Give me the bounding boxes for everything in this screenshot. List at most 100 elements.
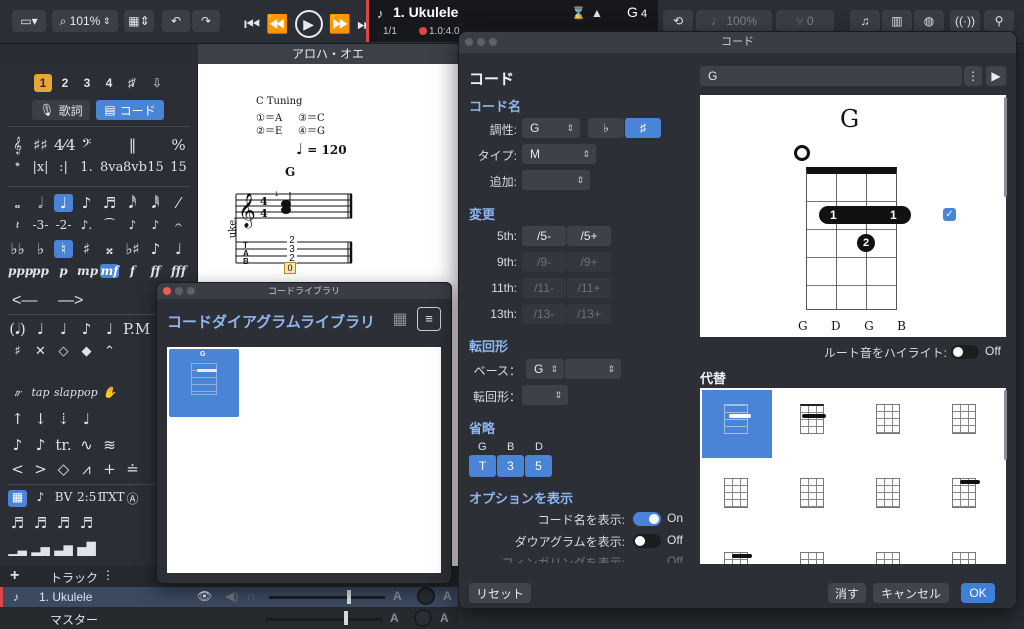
omit-tonic-button[interactable]: T (469, 455, 496, 477)
track-row-ukulele[interactable]: ♪ 1. Ukulele 👁 ◀) ∩ A A (0, 587, 458, 607)
pickstroke-icon[interactable]: ⇣ (54, 410, 73, 428)
staccato-icon[interactable]: ♩ (31, 320, 50, 338)
loop-button[interactable]: ⟲ (663, 10, 693, 32)
64th-note-icon[interactable]: 𝅘𝅥𝅱 (146, 194, 165, 212)
more-options-icon[interactable]: ⋮ (964, 66, 982, 86)
alternatives-scrollbar[interactable] (1004, 390, 1007, 460)
note-down-icon[interactable]: ♪ (146, 240, 165, 258)
pp-icon[interactable]: pp (31, 264, 50, 278)
slide-icon[interactable]: ♪ (31, 436, 50, 454)
alternative-diagram[interactable] (854, 464, 924, 532)
mf-icon[interactable]: mf (100, 264, 119, 278)
volume2-icon[interactable]: ▂▅ (31, 542, 50, 556)
master-volume-slider[interactable] (266, 618, 382, 621)
crescendo-icon[interactable]: <— (12, 292, 37, 310)
view-mode-button[interactable]: ▭▾ (12, 10, 46, 32)
alter-5-plus[interactable]: /5+ (567, 226, 611, 246)
vibrato-icon[interactable]: ∿ (77, 436, 96, 454)
diamond-icon[interactable]: ◇ (54, 460, 73, 478)
tremolo-icon[interactable]: tr. (54, 436, 73, 454)
f-icon[interactable]: f (123, 264, 142, 278)
diagram-grid-icon[interactable]: ▦ (8, 490, 27, 507)
double-sharp-icon[interactable]: 𝄪 (100, 240, 119, 258)
forward-icon[interactable]: ⏩ (329, 14, 351, 35)
omit-third-button[interactable]: 3 (497, 455, 524, 477)
fermata-icon[interactable]: 𝄐 (169, 218, 188, 233)
alternative-diagram[interactable] (778, 538, 848, 564)
slap-icon[interactable]: slap (54, 386, 77, 400)
tempo-field[interactable]: ♩ 100% (696, 10, 772, 32)
free-text-icon[interactable]: ♯̸ (122, 74, 140, 92)
alternative-diagram[interactable] (702, 538, 772, 564)
auto-note4-icon[interactable]: ♬ (77, 514, 96, 532)
speaker-icon[interactable]: ◀) (225, 589, 238, 603)
tenuto-icon[interactable]: ♪ (77, 320, 96, 338)
alternative-diagram[interactable] (854, 538, 924, 564)
undo-button[interactable]: ↶ (162, 10, 190, 32)
omit-fifth-button[interactable]: 5 (525, 455, 552, 477)
triplet-icon[interactable]: -3- (31, 218, 50, 233)
zoom-icon[interactable] (489, 38, 497, 46)
slash-icon[interactable]: ⁄ (169, 194, 188, 212)
clef-change-icon[interactable]: 𝄢 (77, 136, 96, 154)
zoom-icon[interactable] (187, 287, 195, 295)
show-name-toggle[interactable] (633, 512, 661, 526)
flat-button[interactable]: ♭ (588, 118, 624, 138)
slide-out-icon[interactable]: > (31, 460, 50, 478)
alter-5-minus[interactable]: /5- (522, 226, 566, 246)
repeat-end-icon[interactable]: :| (54, 160, 73, 175)
tab-cursor[interactable]: 0 (284, 262, 296, 274)
alternative-diagram[interactable] (930, 464, 1000, 532)
dead-note-icon[interactable]: ✕ (31, 344, 50, 359)
stroke-up-icon[interactable]: ↑ (8, 410, 27, 428)
rest-icon[interactable]: 𝄽 (8, 218, 27, 233)
sharp-button[interactable]: ♯ (625, 118, 661, 138)
inversion-select[interactable]: ⇕ (522, 385, 568, 405)
voice-4[interactable]: 4 (100, 74, 118, 92)
tremolo-bar-icon[interactable]: ≐ (123, 460, 142, 478)
alter-11-minus[interactable]: /11- (522, 278, 566, 298)
ok-button[interactable]: OK (961, 583, 995, 603)
drums-view-button[interactable]: ◍ (914, 10, 944, 32)
pop-icon[interactable]: pop (77, 386, 98, 400)
more-icon[interactable]: ⋮ (102, 568, 114, 582)
quindicesima-icon[interactable]: 15 (146, 160, 165, 175)
grace-icon[interactable]: ♪ (8, 436, 27, 454)
alter-9-minus[interactable]: /9- (522, 252, 566, 272)
add-track-button[interactable]: + (10, 567, 19, 585)
reset-button[interactable]: リセット (469, 583, 531, 603)
slur-icon[interactable]: (𝅘𝅥) (8, 320, 27, 338)
rewind-icon[interactable]: ⏪ (266, 14, 288, 35)
root-highlight-toggle[interactable] (951, 345, 979, 359)
dotted-icon[interactable]: ♪. (77, 218, 96, 233)
fade-icon[interactable]: ⩘ (77, 460, 96, 478)
sharps-icon[interactable]: ♯♯ (31, 136, 50, 154)
delete-button[interactable]: 消す (828, 583, 866, 603)
chord-diagram[interactable]: G 1 1 2 ✓ G D G B (700, 95, 1006, 337)
barline-icon[interactable]: ‖ (123, 136, 142, 154)
tap-icon[interactable]: tap (31, 386, 50, 400)
treble-clef-icon[interactable]: 𝄞 (8, 136, 27, 154)
auto-button[interactable]: A (440, 611, 449, 625)
quarter-note-icon[interactable]: ♩ (54, 194, 73, 212)
auto-button[interactable]: A (443, 589, 452, 603)
auto-note2-icon[interactable]: ♬ (31, 514, 50, 532)
auto-note3-icon[interactable]: ♬ (54, 514, 73, 532)
piano-view-button[interactable]: ▥ (882, 10, 912, 32)
hand-icon[interactable]: ✋ (100, 386, 119, 400)
ff-icon[interactable]: ff (146, 264, 165, 278)
bass-variant-select[interactable]: ⇕ (565, 359, 621, 379)
let-ring-icon[interactable]: ♩ (100, 320, 119, 338)
master-pan-knob[interactable] (414, 609, 432, 627)
lyrics-button[interactable]: 🎙 歌詞 (32, 100, 90, 120)
bv-icon[interactable]: BV (54, 490, 73, 507)
half-note-icon[interactable]: 𝅗𝅥 (31, 194, 50, 212)
zoom-select[interactable]: ⌕ 101% ⇕ (52, 10, 118, 32)
mp-icon[interactable]: mp (77, 264, 98, 278)
accent-icon[interactable]: ♩ (54, 320, 73, 338)
add-select[interactable]: ⇕ (522, 170, 590, 190)
chord-symbol[interactable]: G (285, 165, 295, 179)
pitch-field[interactable]: ⑂ 0 (776, 10, 834, 32)
time-icon[interactable]: 2:51 (77, 490, 104, 507)
ghost-note-icon[interactable]: ◇ (54, 344, 73, 359)
